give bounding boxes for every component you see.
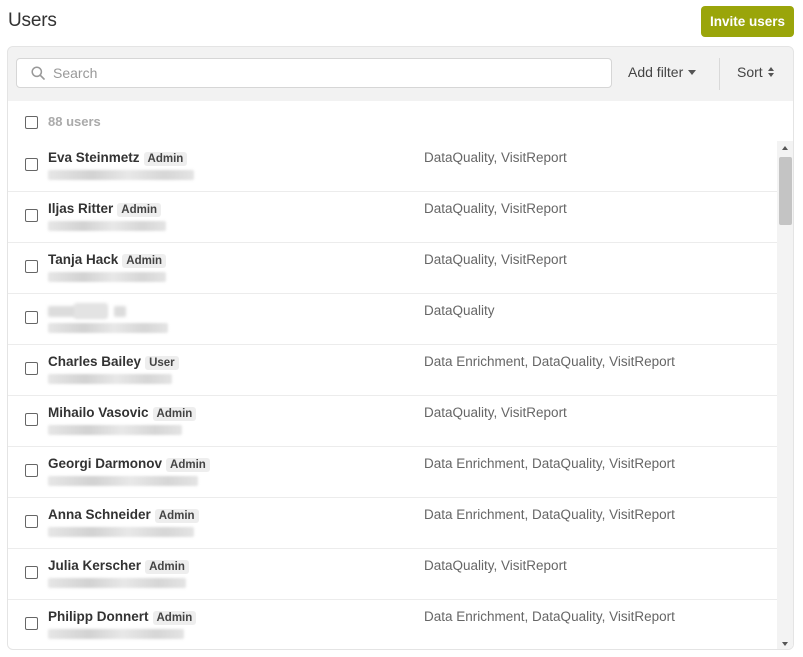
user-email-redacted xyxy=(48,374,172,384)
role-badge: Admin xyxy=(154,509,199,523)
add-filter-label: Add filter xyxy=(628,64,684,80)
caret-down-icon xyxy=(688,70,697,75)
role-badge: User xyxy=(145,356,179,370)
user-modules: DataQuality, VisitReport xyxy=(424,252,567,267)
table-row[interactable]: Tanja Hack Admin DataQuality, VisitReport xyxy=(8,243,777,294)
user-modules: DataQuality, VisitReport xyxy=(424,558,567,573)
user-modules: DataQuality xyxy=(424,303,495,318)
user-email-redacted xyxy=(48,629,184,639)
user-modules: DataQuality, VisitReport xyxy=(424,405,567,420)
user-list: 88 users Eva Steinmetz Admin DataQuality,… xyxy=(8,101,793,649)
table-row[interactable]: Charles Bailey User Data Enrichment, Data… xyxy=(8,345,777,396)
table-row[interactable]: Eva Steinmetz Admin DataQuality, VisitRep… xyxy=(8,141,777,192)
search-box[interactable] xyxy=(16,58,612,88)
user-name: Iljas Ritter Admin xyxy=(48,201,162,217)
user-email-redacted xyxy=(48,323,168,333)
user-name: Mihailo Vasovic Admin xyxy=(48,405,197,421)
user-name: Philipp Donnert Admin xyxy=(48,609,197,625)
search-input[interactable] xyxy=(53,59,603,87)
row-checkbox[interactable] xyxy=(25,158,38,171)
user-name: Eva Steinmetz Admin xyxy=(48,150,188,166)
user-rows: Eva Steinmetz Admin DataQuality, VisitRep… xyxy=(8,141,777,649)
user-name: Anna Schneider Admin xyxy=(48,507,199,523)
sort-label: Sort xyxy=(737,64,763,80)
row-checkbox[interactable] xyxy=(25,362,38,375)
row-checkbox[interactable] xyxy=(25,413,38,426)
table-row[interactable]: Anna Schneider Admin Data Enrichment, Dat… xyxy=(8,498,777,549)
scroll-down-icon[interactable] xyxy=(782,642,788,646)
row-checkbox[interactable] xyxy=(25,515,38,528)
user-modules: Data Enrichment, DataQuality, VisitRepor… xyxy=(424,456,675,471)
table-row[interactable]: Mihailo Vasovic Admin DataQuality, VisitR… xyxy=(8,396,777,447)
role-badge: Admin xyxy=(152,407,197,421)
row-checkbox[interactable] xyxy=(25,464,38,477)
row-checkbox[interactable] xyxy=(25,209,38,222)
table-row[interactable]: Iljas Ritter Admin DataQuality, VisitRepo… xyxy=(8,192,777,243)
user-email-redacted xyxy=(48,527,194,537)
table-row[interactable]: DataQuality xyxy=(8,294,777,345)
role-badge: Admin xyxy=(145,560,189,574)
role-badge: Admin xyxy=(122,254,167,268)
user-modules: DataQuality, VisitReport xyxy=(424,150,567,165)
user-name: Tanja Hack Admin xyxy=(48,252,167,268)
role-badge: Admin xyxy=(152,611,197,625)
scrollbar[interactable] xyxy=(777,141,793,649)
user-count: 88 users xyxy=(48,114,101,129)
toolbar-divider xyxy=(719,58,720,90)
role-badge: Admin xyxy=(166,458,210,472)
sort-button[interactable]: Sort xyxy=(737,64,774,80)
select-all-checkbox[interactable] xyxy=(25,116,38,129)
row-checkbox[interactable] xyxy=(25,617,38,630)
table-row[interactable]: Julia Kerscher Admin DataQuality, VisitRe… xyxy=(8,549,777,600)
role-badge: Admin xyxy=(117,203,162,217)
invite-users-button[interactable]: Invite users xyxy=(701,6,794,37)
user-modules: DataQuality, VisitReport xyxy=(424,201,567,216)
search-icon xyxy=(31,66,45,80)
user-modules: Data Enrichment, DataQuality, VisitRepor… xyxy=(424,354,675,369)
user-email-redacted xyxy=(48,476,198,486)
user-name: Georgi Darmonov Admin xyxy=(48,456,210,472)
scroll-up-icon[interactable] xyxy=(782,146,788,150)
role-badge-redacted xyxy=(74,303,108,319)
user-email-redacted xyxy=(48,425,182,435)
row-checkbox[interactable] xyxy=(25,566,38,579)
add-filter-button[interactable]: Add filter xyxy=(628,64,697,80)
select-all-row: 88 users xyxy=(8,101,793,141)
user-email-redacted xyxy=(48,272,166,282)
row-checkbox[interactable] xyxy=(25,311,38,324)
sort-arrows-icon xyxy=(767,67,774,77)
user-email-redacted xyxy=(48,170,194,180)
toolbar: Add filter Sort xyxy=(8,47,793,101)
role-badge: Admin xyxy=(143,152,188,166)
user-email-redacted xyxy=(48,578,186,588)
user-modules: Data Enrichment, DataQuality, VisitRepor… xyxy=(424,507,675,522)
users-panel: Add filter Sort 88 users Eva SteinmetzAd… xyxy=(7,46,794,650)
user-name: Julia Kerscher Admin xyxy=(48,558,189,574)
scrollbar-thumb[interactable] xyxy=(779,157,792,225)
page-title: Users xyxy=(8,10,57,31)
user-email-redacted xyxy=(48,221,166,231)
table-row[interactable]: Georgi Darmonov Admin Data Enrichment, Da… xyxy=(8,447,777,498)
user-name: Charles Bailey User xyxy=(48,354,179,370)
user-name-redacted xyxy=(114,306,126,317)
table-row[interactable]: Philipp Donnert Admin Data Enrichment, Da… xyxy=(8,600,777,649)
user-modules: Data Enrichment, DataQuality, VisitRepor… xyxy=(424,609,675,624)
row-checkbox[interactable] xyxy=(25,260,38,273)
